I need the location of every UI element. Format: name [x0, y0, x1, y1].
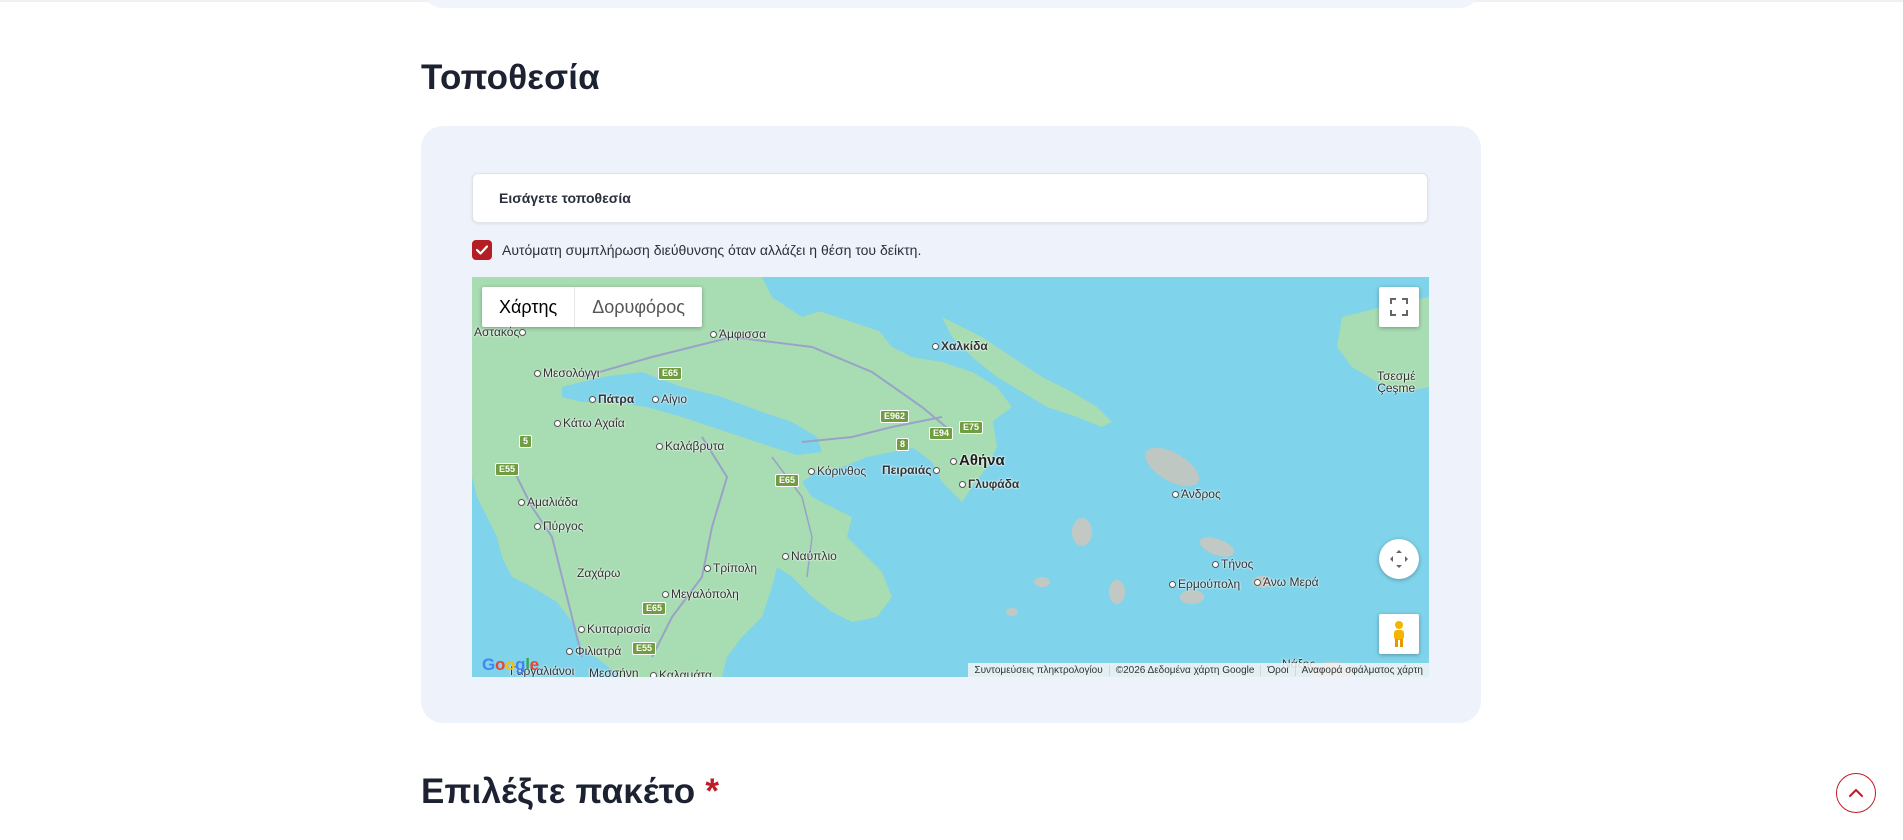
map-place-zacharo: Ζαχάρω: [577, 566, 621, 580]
map-place-aigio: Αίγιο: [652, 392, 687, 406]
map-place-kalavryta: Καλάβρυτα: [656, 439, 724, 453]
location-map[interactable]: Χάρτης Δορυφόρος Αθήνα Χαλκίδα Πειραιάς …: [472, 277, 1429, 677]
check-icon: [476, 245, 488, 255]
autofill-checkbox[interactable]: [472, 240, 492, 260]
map-place-glyfada: Γλυφάδα: [959, 477, 1019, 491]
location-search-input[interactable]: [472, 173, 1428, 223]
package-section-title: Επιλέξτε πακέτο *: [421, 772, 719, 812]
road-shield: E55: [495, 463, 520, 476]
map-place-kato-achaia: Κάτω Αχαΐα: [554, 416, 625, 430]
required-marker: *: [705, 772, 720, 811]
road-shield: E75: [959, 421, 984, 434]
map-place-amaliada: Αμαλιάδα: [518, 495, 578, 509]
map-place-cesme: Τσεσμέ Çeşme: [1377, 369, 1416, 395]
map-type-map-button[interactable]: Χάρτης: [482, 287, 576, 327]
pegman-icon: [1394, 621, 1404, 647]
map-place-ermoupoli: Ερμούπολη: [1169, 577, 1240, 591]
report-error-link[interactable]: Αναφορά σφάλματος χάρτη: [1294, 664, 1429, 676]
map-place-pyrgos: Πύργος: [534, 519, 584, 533]
map-place-patra: Πάτρα: [589, 392, 634, 406]
location-section-title: Τοποθεσία: [421, 58, 600, 97]
map-type-control: Χάρτης Δορυφόρος: [482, 287, 702, 327]
map-place-piraeus: Πειραιάς: [882, 463, 942, 477]
map-place-messini: Μεσσήνη: [589, 666, 639, 677]
map-copyright: ©2026 Δεδομένα χάρτη Google: [1108, 664, 1261, 676]
map-type-satellite-button[interactable]: Δορυφόρος: [575, 287, 702, 327]
map-place-kalamata: Καλαμάτα: [650, 668, 712, 677]
autofill-option: Αυτόματη συμπλήρωση διεύθυνσης όταν αλλά…: [472, 240, 921, 260]
terms-link[interactable]: Όροι: [1260, 664, 1294, 676]
keyboard-shortcuts-link[interactable]: Συντομεύσεις πληκτρολογίου: [968, 665, 1108, 676]
map-place-filiatra: Φιλιατρά: [566, 644, 621, 658]
map-place-tinos: Τήνος: [1212, 557, 1253, 571]
map-place-kyparissia: Κυπαρισσία: [578, 622, 651, 636]
road-shield: 8: [896, 438, 910, 451]
map-place-astakos: Αστακός: [474, 325, 528, 339]
road-shield: E55: [632, 642, 657, 655]
location-card: Αυτόματη συμπλήρωση διεύθυνσης όταν αλλά…: [421, 126, 1481, 723]
google-logo[interactable]: Google: [482, 655, 539, 675]
package-title-text: Επιλέξτε πακέτο: [421, 772, 696, 811]
map-place-chalkida: Χαλκίδα: [932, 339, 988, 353]
fullscreen-icon: [1390, 298, 1408, 316]
map-place-athens: Αθήνα: [950, 452, 1005, 469]
road-shield: 5: [519, 435, 533, 448]
camera-move-icon: [1390, 550, 1408, 568]
map-place-andros: Άνδρος: [1172, 487, 1221, 501]
road-shield: E65: [642, 602, 667, 615]
road-shield: E65: [658, 367, 683, 380]
map-place-nafplio: Ναύπλιο: [782, 549, 837, 563]
camera-control-button[interactable]: [1379, 539, 1419, 579]
map-place-ano-mera: Άνω Μερά: [1254, 575, 1319, 589]
scroll-to-top-button[interactable]: [1836, 773, 1876, 813]
map-tiles[interactable]: [472, 277, 1429, 677]
map-place-megalopoli: Μεγαλόπολη: [662, 587, 739, 601]
road-shield: E65: [775, 474, 800, 487]
chevron-up-icon: [1849, 789, 1863, 797]
map-footer: Συντομεύσεις πληκτρολογίου ©2026 Δεδομέν…: [968, 663, 1429, 677]
road-shield: E94: [929, 427, 954, 440]
map-place-amfissa: Άμφισσα: [710, 327, 766, 341]
fullscreen-button[interactable]: [1379, 287, 1419, 327]
previous-section-card: [421, 0, 1481, 8]
map-place-korinthos: Κόρινθος: [808, 464, 866, 478]
map-place-tripoli: Τρίπολη: [704, 561, 757, 575]
street-view-button[interactable]: [1379, 614, 1419, 654]
autofill-label: Αυτόματη συμπλήρωση διεύθυνσης όταν αλλά…: [502, 242, 922, 258]
map-place-mesologgi: Μεσολόγγι: [534, 366, 599, 380]
road-shield: E962: [880, 410, 910, 423]
